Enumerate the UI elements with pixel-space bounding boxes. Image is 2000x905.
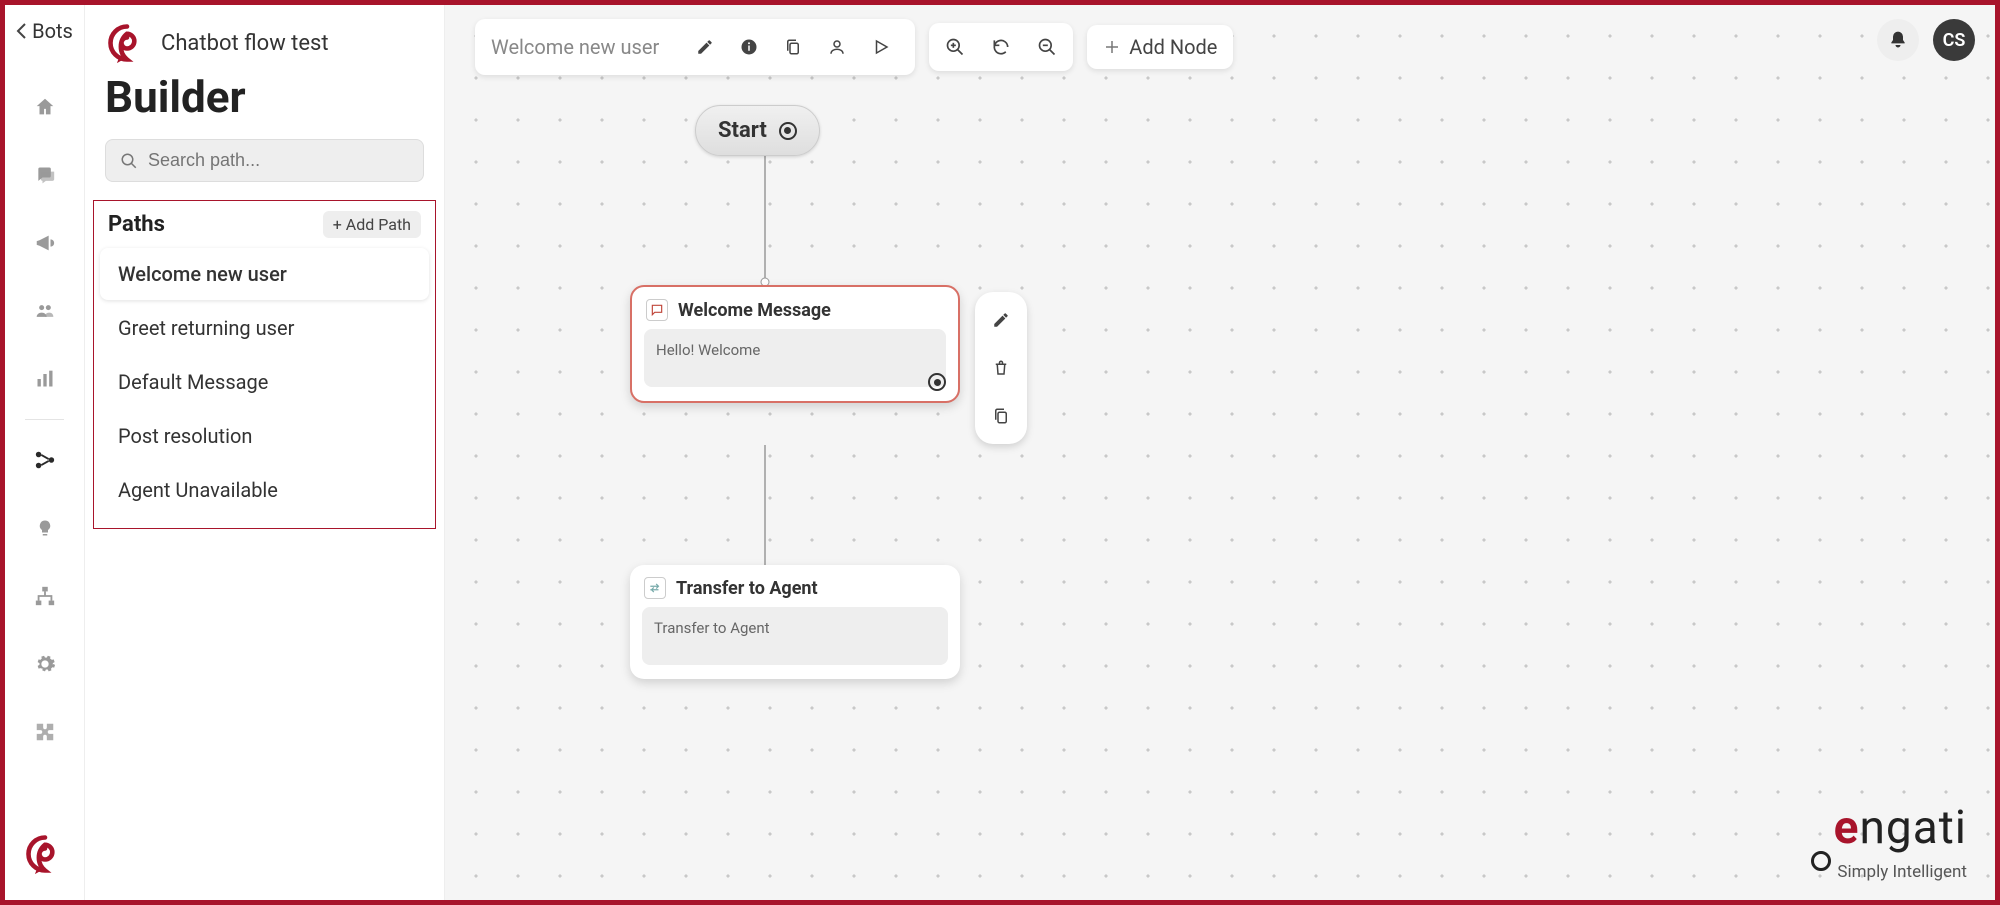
megaphone-icon[interactable] <box>31 229 59 257</box>
search-icon <box>120 152 138 170</box>
node-action-toolbar <box>975 292 1027 444</box>
add-node-button[interactable]: Add Node <box>1087 25 1233 69</box>
zoom-in-icon[interactable] <box>937 29 973 65</box>
node-body: Hello! Welcome <box>644 329 946 387</box>
current-path-title: Welcome new user <box>491 35 679 59</box>
chat-icon[interactable] <box>31 161 59 189</box>
puzzle-icon[interactable] <box>31 718 59 746</box>
paths-panel: Paths + Add Path Welcome new user Greet … <box>93 200 436 529</box>
start-out-port-icon[interactable] <box>779 122 797 140</box>
flow-icon[interactable] <box>31 446 59 474</box>
transfer-node-icon <box>644 577 666 599</box>
path-toolbar: Welcome new user <box>475 19 915 75</box>
side-panel: Chatbot flow test Builder Paths + Add Pa… <box>85 5 445 900</box>
paths-title: Paths <box>108 212 165 237</box>
add-node-label: Add Node <box>1129 35 1217 59</box>
brand-tagline: Simply Intelligent <box>1837 862 1967 882</box>
users-icon[interactable] <box>31 297 59 325</box>
plus-icon <box>1103 38 1121 56</box>
left-rail: Bots <box>5 5 85 900</box>
canvas[interactable]: Welcome new user Add Node CS <box>445 5 1995 900</box>
home-icon[interactable] <box>31 93 59 121</box>
node-welcome-message[interactable]: Welcome Message Hello! Welcome <box>630 285 960 403</box>
gear-icon[interactable] <box>31 650 59 678</box>
engati-logo-icon <box>23 832 67 880</box>
node-body: Transfer to Agent <box>642 607 948 665</box>
path-item-post-resolution[interactable]: Post resolution <box>100 410 429 462</box>
connector-lines <box>445 5 1995 905</box>
node-edit-button[interactable] <box>983 302 1019 338</box>
bell-icon <box>1888 30 1908 50</box>
page-title: Builder <box>85 65 444 139</box>
back-bots-button[interactable]: Bots <box>16 19 73 43</box>
back-bots-label: Bots <box>32 19 73 43</box>
zoom-out-icon[interactable] <box>1029 29 1065 65</box>
user-icon[interactable] <box>819 29 855 65</box>
engati-brand: engati Simply Intelligent <box>1811 801 1967 882</box>
path-item-greet-returning-user[interactable]: Greet returning user <box>100 302 429 354</box>
info-icon[interactable] <box>731 29 767 65</box>
node-transfer-to-agent[interactable]: Transfer to Agent Transfer to Agent <box>630 565 960 679</box>
zoom-toolbar <box>929 23 1073 71</box>
notifications-button[interactable] <box>1877 19 1919 61</box>
start-label: Start <box>718 118 767 143</box>
node-copy-button[interactable] <box>983 398 1019 434</box>
play-icon[interactable] <box>863 29 899 65</box>
brand-ring-icon <box>1811 851 1831 871</box>
path-item-default-message[interactable]: Default Message <box>100 356 429 408</box>
brand-rest: ngati <box>1860 801 1968 855</box>
message-node-icon <box>646 299 668 321</box>
brand-e: e <box>1834 801 1860 855</box>
hierarchy-icon[interactable] <box>31 582 59 610</box>
path-item-welcome-new-user[interactable]: Welcome new user <box>100 248 429 300</box>
analytics-icon[interactable] <box>31 365 59 393</box>
search-input[interactable] <box>148 150 409 171</box>
lightbulb-icon[interactable] <box>31 514 59 542</box>
avatar[interactable]: CS <box>1933 19 1975 61</box>
start-node[interactable]: Start <box>695 105 820 156</box>
node-title: Welcome Message <box>678 300 831 321</box>
path-item-agent-unavailable[interactable]: Agent Unavailable <box>100 464 429 516</box>
engati-small-logo-icon <box>105 21 149 65</box>
edit-icon[interactable] <box>687 29 723 65</box>
copy-icon[interactable] <box>775 29 811 65</box>
node-title: Transfer to Agent <box>676 578 818 599</box>
reset-icon[interactable] <box>983 29 1019 65</box>
node-delete-button[interactable] <box>983 350 1019 386</box>
add-path-button[interactable]: + Add Path <box>323 211 421 238</box>
flow-name: Chatbot flow test <box>161 31 329 56</box>
node-out-port-icon[interactable] <box>928 373 946 391</box>
search-input-container[interactable] <box>105 139 424 182</box>
